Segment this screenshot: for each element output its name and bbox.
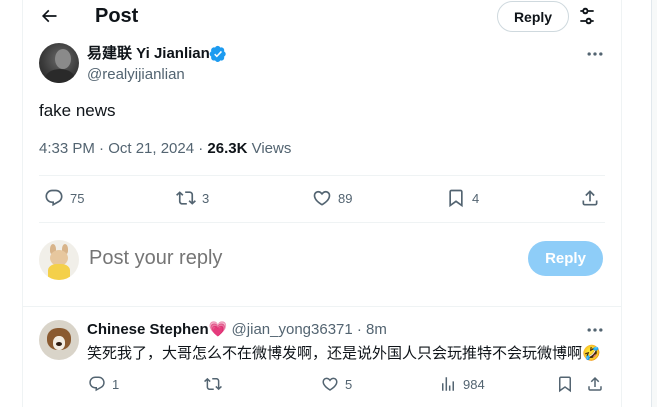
comment-like-action[interactable]: 5 [321,375,352,393]
tweet-timestamp[interactable]: 4:33 PM · Oct 21, 2024 · [39,140,207,157]
header-reply-button[interactable]: Reply [497,1,569,32]
author-avatar[interactable] [39,43,79,83]
heart-icon [313,190,331,206]
bookmark-icon [449,189,463,208]
repost-icon [176,191,196,205]
views-count: 26.3K [207,140,248,157]
reply-submit-button[interactable]: Reply [528,241,603,276]
divider [23,306,621,307]
comment-like-count: 5 [345,376,353,392]
comment-author-name[interactable]: Chinese Stephen [87,321,209,338]
comment-views-count: 984 [463,376,485,392]
heart-emoji: 💗 [208,321,228,338]
share-icon [582,190,598,206]
more-options-icon[interactable] [585,44,605,64]
comment-handle-time[interactable]: @jian_yong36371 · 8m [227,321,387,338]
reply-icon [89,376,105,392]
heart-icon [322,377,338,391]
author-name[interactable]: 易建联 Yi Jianlian [87,45,210,63]
page-title: Post [95,5,139,27]
share-icon [588,376,602,391]
comment-author-avatar[interactable] [39,320,79,360]
comment-more-options-icon[interactable] [585,320,605,340]
comment-share-action[interactable] [586,375,604,393]
reply-settings-icon[interactable] [577,6,597,26]
bookmark-icon [559,376,571,393]
comment-reply-count: 1 [112,376,120,392]
reply-count: 75 [70,190,85,206]
comment-repost-action[interactable] [204,375,228,393]
bookmark-action[interactable]: 4 [446,188,479,208]
repost-icon [204,377,222,391]
back-arrow-icon[interactable] [39,6,59,26]
views-chart-icon [442,377,454,391]
divider [39,175,605,176]
share-action[interactable] [580,188,600,208]
reply-action[interactable]: 75 [44,188,84,208]
reply-icon [45,189,63,207]
repost-count: 3 [202,190,210,206]
like-action[interactable]: 89 [312,188,352,208]
current-user-avatar[interactable] [39,240,79,280]
repost-action[interactable]: 3 [176,188,209,208]
comment-views-action[interactable]: 984 [439,375,485,393]
comment-header: Chinese Stephen💗 @jian_yong36371 · 8m [87,321,387,339]
verified-badge-icon [209,45,226,63]
tweet-text: fake news [39,101,116,120]
right-scrollbar[interactable] [651,0,657,407]
comment-reply-action[interactable]: 1 [88,375,119,393]
reply-input[interactable] [89,247,509,270]
comment-bookmark-action[interactable] [556,375,574,393]
tweet-meta: 4:33 PM · Oct 21, 2024 · 26.3K Views [39,140,291,158]
comment-text: 笑死我了，大哥怎么不在微博发啊，还是说外国人只会玩推特不会玩微博啊🤣 [87,344,601,362]
divider [39,222,605,223]
like-count: 89 [338,190,353,206]
bookmark-count: 4 [472,190,480,206]
views-label: Views [247,140,292,157]
author-handle[interactable]: @realyijianlian [87,66,185,84]
